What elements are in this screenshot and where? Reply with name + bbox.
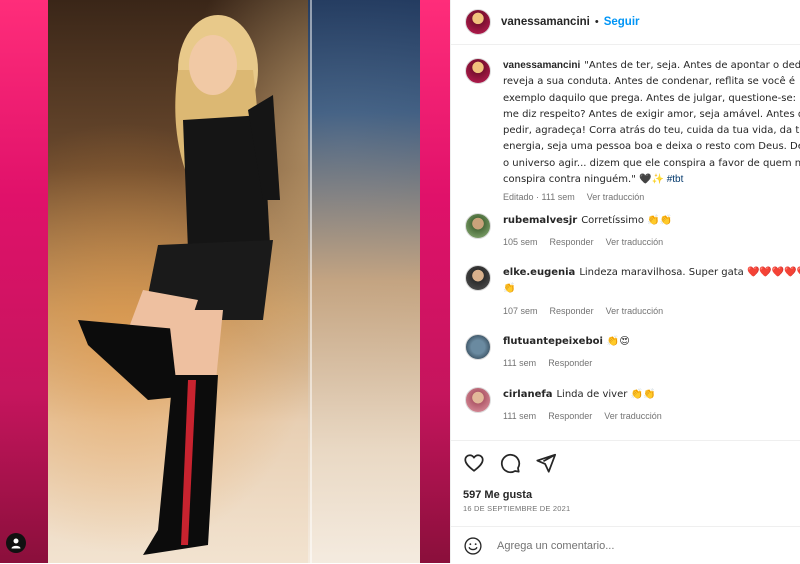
avatar[interactable] — [465, 387, 491, 413]
comment-text: rubemalvesjr Corretíssimo 👏👏 — [503, 213, 800, 229]
comment-username[interactable]: flutuantepeixeboi — [503, 336, 603, 347]
comment-meta: 111 sem Responder Ver traducción — [503, 410, 674, 423]
hashtag-link[interactable]: #tbt — [667, 174, 684, 185]
comment-meta: 105 sem Responder Ver traducción — [503, 236, 675, 249]
tagged-user-button[interactable] — [6, 533, 26, 553]
comment-text: elke.eugenia Lindeza maravilhosa. Super g… — [503, 265, 800, 297]
comment-username[interactable]: elke.eugenia — [503, 267, 575, 278]
caption-text: "Antes de ter, seja. Antes de apontar o … — [503, 60, 800, 186]
follow-button[interactable]: Seguir — [604, 16, 640, 28]
heart-icon[interactable] — [463, 452, 485, 474]
avatar[interactable] — [465, 9, 491, 35]
smiley-icon[interactable] — [463, 536, 483, 556]
comment-text: flutuantepeixeboi 👏😍 — [503, 334, 800, 350]
translate-link[interactable]: Ver traducción — [606, 237, 664, 247]
comment-body: 👏😍 — [606, 336, 630, 347]
comment-time: 111 sem — [503, 358, 537, 368]
photo-subject-silhouette — [78, 15, 280, 555]
media-area — [0, 0, 450, 563]
reply-button[interactable]: Responder — [548, 411, 592, 421]
comment-time: 107 sem — [503, 306, 538, 316]
comment-text: cirlanefa Linda de viver 👏👏 — [503, 387, 800, 403]
comment-time: 111 sem — [503, 411, 537, 421]
likes-count[interactable]: 597 Me gusta — [463, 489, 532, 501]
avatar[interactable] — [465, 265, 491, 291]
avatar[interactable] — [465, 334, 491, 360]
share-icon[interactable] — [535, 452, 557, 474]
reply-button[interactable]: Responder — [550, 306, 594, 316]
avatar[interactable] — [465, 213, 491, 239]
translate-link[interactable]: Ver traducción — [606, 306, 664, 316]
reply-button[interactable]: Responder — [550, 237, 594, 247]
comment-body: Corretíssimo 👏👏 — [581, 215, 673, 226]
separator-dot: • — [594, 16, 599, 28]
comment-meta: 107 sem Responder Ver traducción — [503, 305, 675, 318]
post-header: vanessamancini • Seguir — [451, 0, 800, 45]
comment-time: 105 sem — [503, 237, 538, 247]
avatar[interactable] — [465, 58, 491, 84]
action-icons — [463, 452, 557, 474]
post-actions: 597 Me gusta 16 DE SEPTIEMBRE DE 2021 — [451, 440, 800, 563]
user-icon — [11, 538, 21, 549]
post-author-username[interactable]: vanessamancini — [501, 16, 590, 28]
comment-input[interactable] — [495, 538, 779, 553]
comment-username[interactable]: rubemalvesjr — [503, 215, 577, 226]
post-date: 16 DE SEPTIEMBRE DE 2021 — [463, 504, 571, 513]
caption-meta: Editado · 111 sem Ver traducción — [503, 191, 800, 204]
add-comment-bar — [451, 526, 800, 564]
edited-time: Editado · 111 sem — [503, 192, 575, 203]
comment-meta: 111 sem Responder — [503, 357, 604, 370]
reply-button[interactable]: Responder — [548, 358, 592, 368]
comments-list[interactable]: vanessamancini "Antes de ter, seja. Antes… — [451, 44, 800, 444]
comment-username[interactable]: cirlanefa — [503, 389, 552, 400]
translate-link[interactable]: Ver traducción — [604, 411, 662, 421]
translate-link[interactable]: Ver traducción — [587, 192, 645, 202]
caption-username[interactable]: vanessamancini — [503, 60, 580, 71]
comment-body: Linda de viver 👏👏 — [556, 389, 656, 400]
comment-icon[interactable] — [499, 452, 521, 474]
post-photo[interactable] — [48, 0, 420, 563]
post-side-panel: vanessamancini • Seguir vanessamancini "A… — [450, 0, 800, 563]
caption-body: vanessamancini "Antes de ter, seja. Antes… — [503, 58, 800, 204]
